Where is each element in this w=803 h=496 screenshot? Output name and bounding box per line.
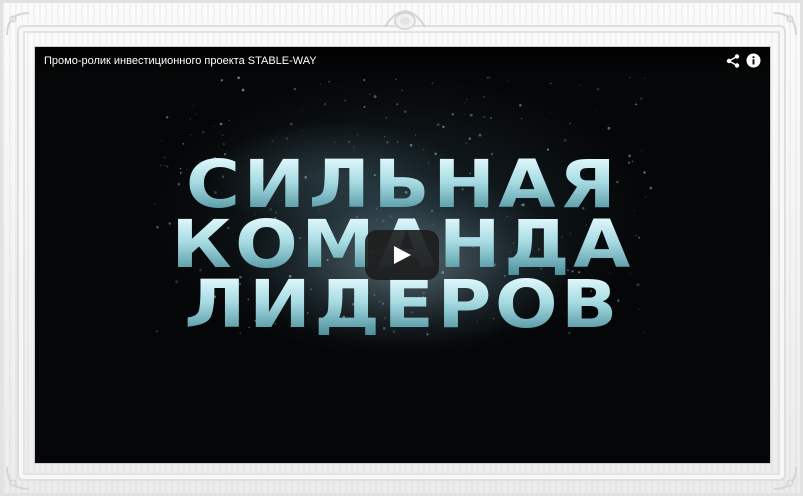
frame-ornament-icon xyxy=(384,9,426,30)
play-button[interactable] xyxy=(365,230,439,280)
play-icon xyxy=(394,246,411,264)
video-title[interactable]: Промо-ролик инвестиционного проекта STAB… xyxy=(44,55,317,67)
video-title-bar: Промо-ролик инвестиционного проекта STAB… xyxy=(35,47,770,75)
share-icon[interactable] xyxy=(726,54,740,68)
frame-corner-icon xyxy=(6,12,30,36)
frame-corner-icon xyxy=(6,466,30,490)
info-icon[interactable] xyxy=(746,53,761,68)
video-player[interactable]: СИЛЬНАЯ КОМАНДА ЛИДЕРОВ Промо-ролик инве… xyxy=(35,47,770,463)
headline-line-3: ЛИДЕРОВ xyxy=(35,272,770,338)
frame-corner-icon xyxy=(773,12,797,36)
frame-corner-icon xyxy=(773,466,797,490)
